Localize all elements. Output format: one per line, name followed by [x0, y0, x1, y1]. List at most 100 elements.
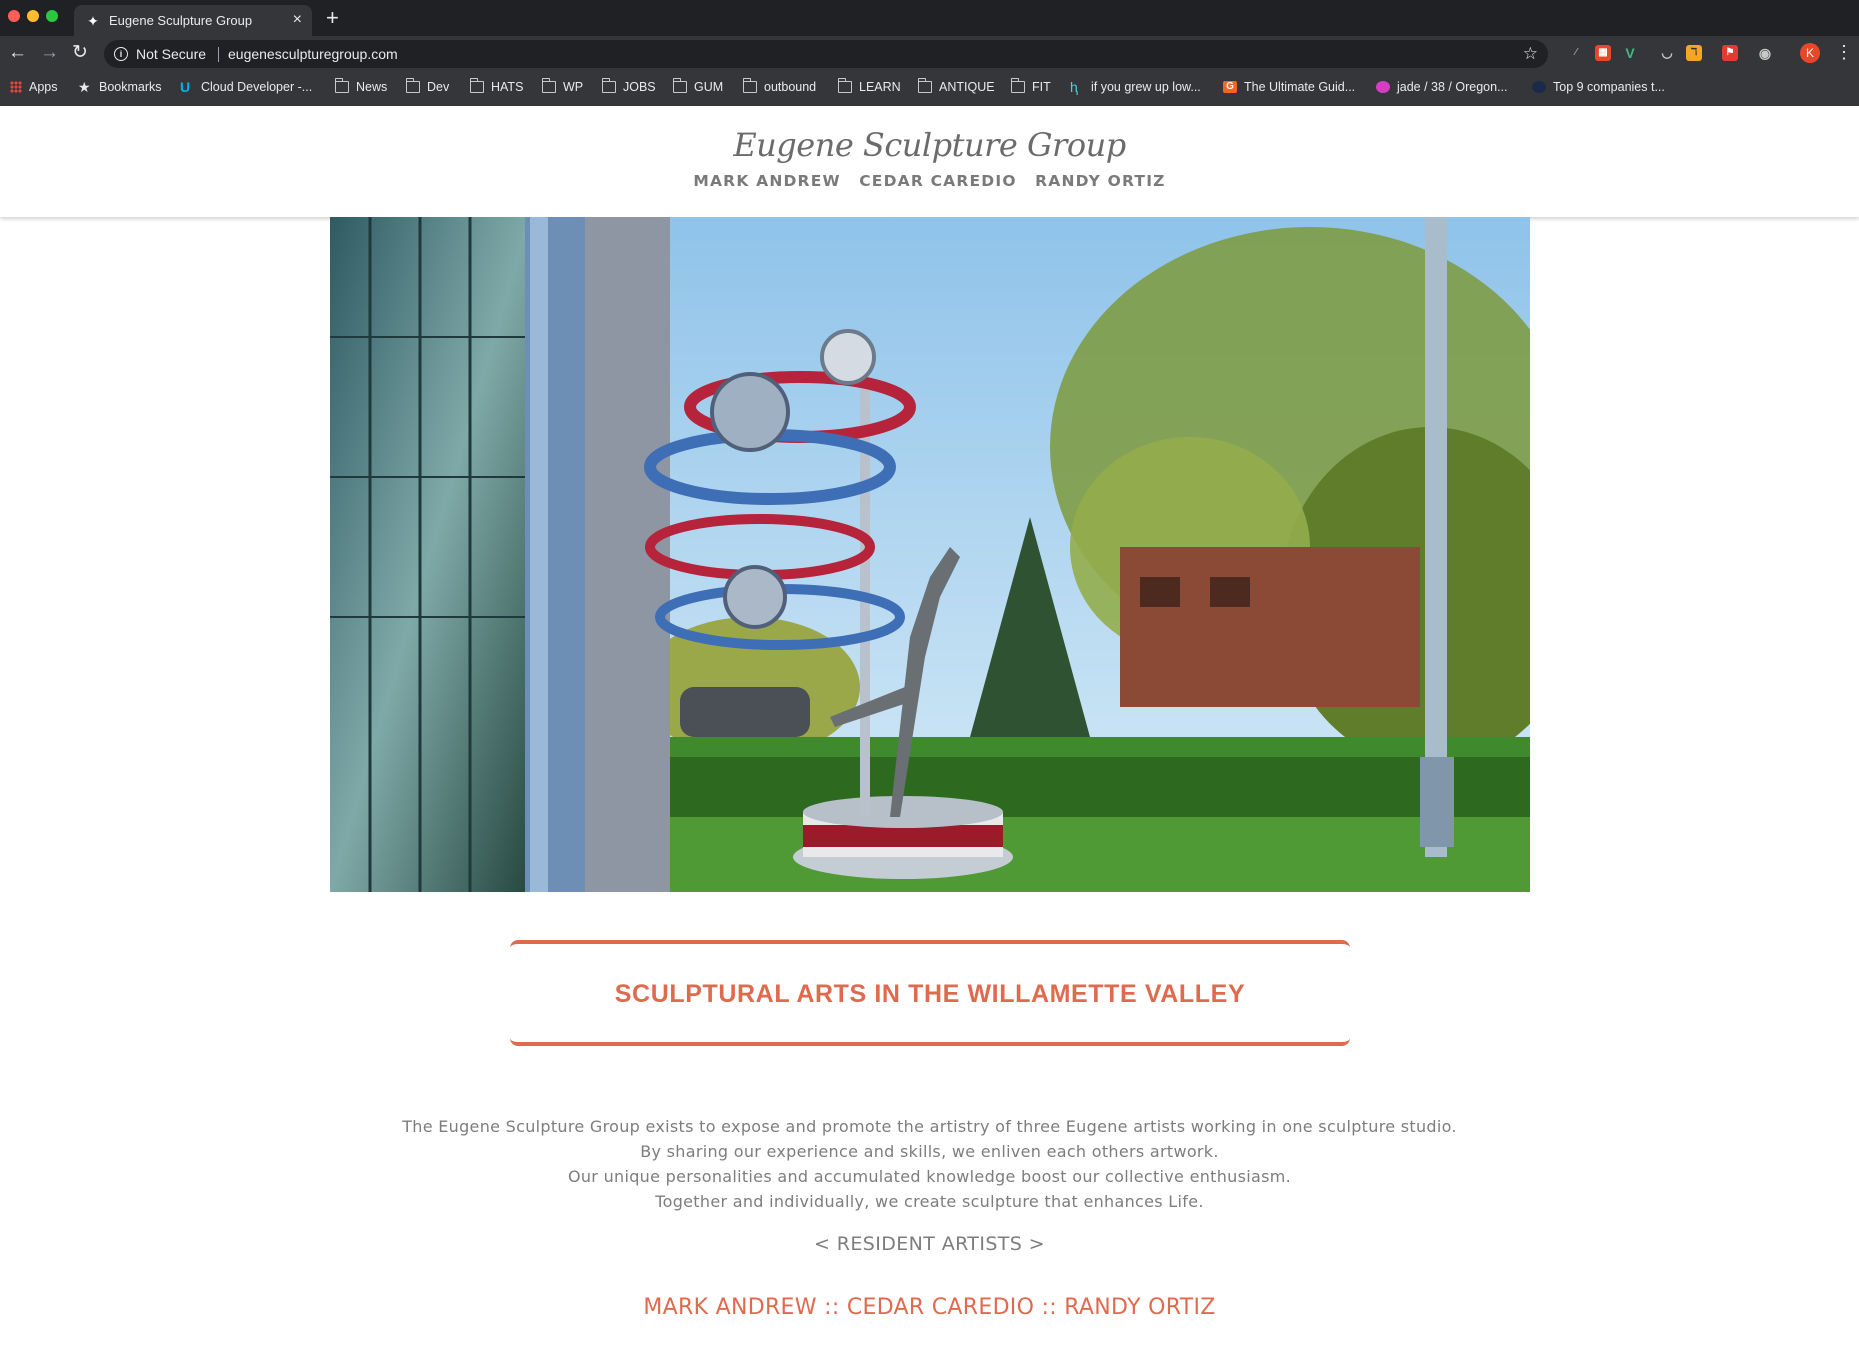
site-logo[interactable]: Eugene Sculpture Group: [0, 126, 1859, 164]
intro-line: By sharing our experience and skills, we…: [640, 1142, 1219, 1161]
bookmark-label: FIT: [1032, 80, 1051, 94]
bookmark-folder-learn[interactable]: LEARN: [838, 78, 901, 94]
bookmark-apps[interactable]: Apps: [10, 80, 58, 94]
star-icon: ★: [78, 79, 91, 95]
back-arrow-icon[interactable]: ←: [8, 42, 27, 64]
bookmark-folder-fit[interactable]: FIT: [1011, 78, 1051, 94]
folder-icon: [743, 78, 757, 93]
folder-icon: [470, 78, 484, 93]
minimize-window-button[interactable]: [27, 10, 39, 22]
folder-icon: [1011, 78, 1025, 93]
artist-separator: ::: [1034, 1295, 1065, 1320]
bookmark-label: JOBS: [623, 80, 656, 94]
browser-tab-active[interactable]: ✦ Eugene Sculpture Group ×: [74, 5, 312, 36]
bookmark-folder-news[interactable]: News: [335, 78, 388, 94]
tab-title: Eugene Sculpture Group: [109, 13, 253, 28]
bookmark-label: Dev: [427, 80, 450, 94]
folder-icon: [918, 78, 932, 93]
reload-icon[interactable]: ↻: [72, 42, 88, 64]
folder-icon: [602, 78, 616, 93]
artist-separator: ::: [816, 1295, 847, 1320]
bookmark-ultimate-guide[interactable]: G The Ultimate Guid...: [1223, 80, 1355, 94]
bookmark-label: Apps: [29, 80, 58, 94]
close-window-button[interactable]: [8, 10, 20, 22]
folder-icon: [335, 78, 349, 93]
intro-paragraph: The Eugene Sculpture Group exists to exp…: [0, 1114, 1859, 1214]
nav-randy-ortiz[interactable]: RANDY ORTIZ: [1035, 172, 1165, 190]
browser-tab-strip: ✦ Eugene Sculpture Group × +: [0, 0, 1859, 36]
url-text[interactable]: eugenesculpturegroup.com: [228, 46, 398, 62]
info-icon[interactable]: i: [114, 47, 128, 61]
security-label: Not Secure: [136, 46, 207, 62]
bookmark-label: outbound: [764, 80, 817, 94]
forward-arrow-icon[interactable]: →: [40, 42, 59, 64]
extension-circle-icon[interactable]: ◉: [1757, 45, 1773, 61]
globe-icon: [1532, 81, 1546, 93]
bookmark-label: ANTIQUE: [939, 80, 995, 94]
main-nav: MARK ANDREW CEDAR CAREDIO RANDY ORTIZ: [0, 172, 1859, 191]
site-header: Eugene Sculpture Group MARK ANDREW CEDAR…: [0, 106, 1859, 217]
bookmark-folder-dev[interactable]: Dev: [406, 78, 450, 94]
close-tab-icon[interactable]: ×: [293, 11, 302, 29]
artist-link-randy-ortiz[interactable]: RANDY ORTIZ: [1064, 1295, 1215, 1320]
bookmark-folder-jobs[interactable]: JOBS: [602, 78, 656, 94]
nav-mark-andrew[interactable]: MARK ANDREW: [693, 172, 840, 190]
folder-icon: [838, 78, 852, 93]
artist-link-mark-andrew[interactable]: MARK ANDREW: [643, 1295, 816, 1320]
hero-sculpture-photo: [330, 217, 1530, 892]
bookmark-label: Cloud Developer -...: [201, 80, 313, 94]
bookmark-star-icon[interactable]: ☆: [1523, 44, 1538, 64]
profile-avatar[interactable]: K: [1800, 43, 1820, 63]
browser-menu-icon[interactable]: ⋮: [1835, 42, 1853, 62]
headline-box: SCULPTURAL ARTS IN THE WILLAMETTE VALLEY: [510, 940, 1350, 1046]
udacity-icon: U: [180, 79, 191, 95]
bookmark-folder-wp[interactable]: WP: [542, 78, 584, 94]
nav-cedar-caredio[interactable]: CEDAR CAREDIO: [859, 172, 1016, 190]
folder-icon: [406, 78, 420, 93]
bookmark-folder-outbound[interactable]: outbound: [743, 78, 817, 94]
page-icon: ⱨ: [1070, 79, 1078, 95]
bookmarks-bar: Apps ★ Bookmarks U Cloud Developer -... …: [0, 72, 1859, 107]
page-headline: SCULPTURAL ARTS IN THE WILLAMETTE VALLEY: [614, 980, 1246, 1008]
bookmark-jade[interactable]: jade / 38 / Oregon...: [1376, 80, 1508, 94]
bookmark-folder-antique[interactable]: ANTIQUE: [918, 78, 995, 94]
extension-pocket-icon[interactable]: ◡: [1659, 45, 1675, 61]
extension-vue-icon[interactable]: V: [1622, 45, 1638, 61]
bookmark-label: jade / 38 / Oregon...: [1397, 80, 1508, 94]
okcupid-icon: [1376, 81, 1390, 93]
folder-icon: [542, 78, 556, 93]
bookmark-label: LEARN: [859, 80, 901, 94]
bookmark-label: HATS: [491, 80, 524, 94]
omnibox-divider: [218, 47, 219, 62]
bookmark-label: Top 9 companies t...: [1553, 80, 1665, 94]
bookmark-label: The Ultimate Guid...: [1244, 80, 1356, 94]
maximize-window-button[interactable]: [46, 10, 58, 22]
bookmark-label: if you grew up low...: [1091, 80, 1201, 94]
intro-line: Together and individually, we create scu…: [655, 1192, 1204, 1211]
bookmark-folder-gum[interactable]: GUM: [673, 78, 724, 94]
address-bar[interactable]: i Not Secure eugenesculpturegroup.com ☆: [104, 40, 1548, 68]
intro-line: Our unique personalities and accumulated…: [567, 1167, 1292, 1186]
bookmark-label: Bookmarks: [99, 80, 162, 94]
bookmark-label: News: [356, 80, 388, 94]
resident-artists-heading: < RESIDENT ARTISTS >: [813, 1233, 1046, 1255]
bookmark-cloud-developer[interactable]: U Cloud Developer -...: [180, 80, 312, 94]
bookmark-folder-hats[interactable]: HATS: [470, 78, 524, 94]
bookmark-label: GUM: [694, 80, 724, 94]
bookmark-bookmarks[interactable]: ★ Bookmarks: [78, 80, 162, 94]
extension-wand-icon[interactable]: ⁄: [1568, 45, 1584, 61]
extension-rss-icon[interactable]: ℸ: [1686, 45, 1702, 61]
folder-icon: [673, 78, 687, 93]
site-favicon-icon: ✦: [87, 13, 99, 29]
bookmark-label: WP: [563, 80, 584, 94]
bookmark-grew-up[interactable]: ⱨ if you grew up low...: [1070, 80, 1201, 94]
artist-link-cedar-caredio[interactable]: CEDAR CAREDIO: [847, 1295, 1034, 1320]
new-tab-button[interactable]: +: [326, 4, 339, 32]
extension-red-icon[interactable]: ⚑: [1722, 45, 1738, 61]
artist-links: MARK ANDREW :: CEDAR CAREDIO :: RANDY OR…: [0, 1295, 1859, 1320]
extension-grid-icon[interactable]: ▦: [1595, 45, 1611, 61]
bookmark-top-companies[interactable]: Top 9 companies t...: [1532, 80, 1665, 94]
apps-grid-icon: [10, 81, 22, 93]
intro-line: The Eugene Sculpture Group exists to exp…: [402, 1117, 1457, 1136]
g-icon: G: [1223, 81, 1237, 93]
